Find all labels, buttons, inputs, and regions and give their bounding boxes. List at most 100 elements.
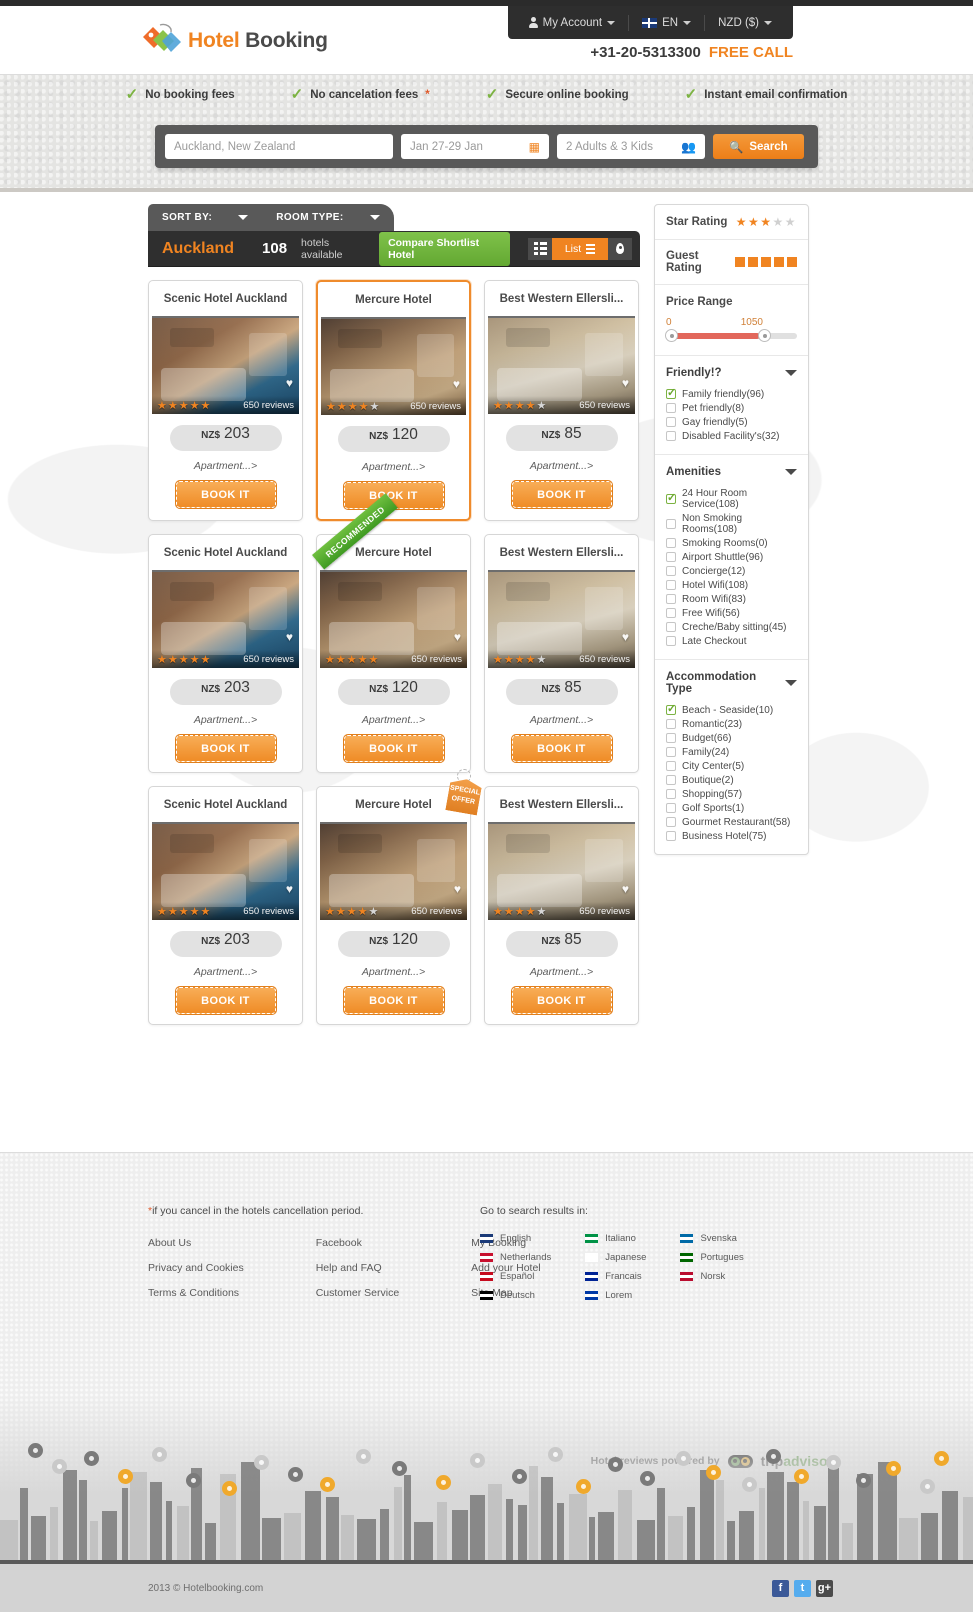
hotel-photo[interactable]: ♥ ★★★★★ 650 reviews [488, 822, 635, 920]
guest-rating-filter[interactable]: Guest Rating [655, 240, 808, 285]
footer-link[interactable]: Help and FAQ [316, 1262, 399, 1274]
language-option[interactable]: Portugues [680, 1252, 744, 1263]
hotel-photo[interactable]: ♥ ★★★★★ 650 reviews [321, 317, 466, 415]
book-it-button[interactable]: BOOK IT [510, 480, 613, 509]
checkbox[interactable] [666, 552, 676, 562]
filter-option[interactable]: Gourmet Restaurant(58) [666, 815, 797, 829]
hotel-review-count[interactable]: 650 reviews [579, 400, 630, 411]
chevron-down-icon[interactable] [785, 680, 797, 686]
favorite-heart-icon[interactable]: ♥ [622, 882, 629, 896]
filter-option[interactable]: Beach - Seaside(10) [666, 702, 797, 717]
filter-option[interactable]: Free Wifi(56) [666, 606, 797, 620]
hotel-review-count[interactable]: 650 reviews [243, 654, 294, 665]
language-option[interactable]: Español [480, 1271, 551, 1282]
favorite-heart-icon[interactable]: ♥ [286, 376, 293, 390]
checkbox[interactable] [666, 831, 676, 841]
hotel-card[interactable]: Mercure Hotel ♥ ★★★★★ 650 reviews NZ$ 120 Apar… [316, 280, 471, 521]
book-it-button[interactable]: BOOK IT [174, 480, 277, 509]
google-plus-icon[interactable]: g+ [816, 1579, 833, 1597]
hotel-review-count[interactable]: 650 reviews [411, 654, 462, 665]
filter-section-header[interactable]: Amenities [655, 455, 808, 486]
hotel-card[interactable]: RECOMMENDED Mercure Hotel ♥ ★★★★★ 650 review… [312, 493, 471, 773]
footer-link[interactable]: Customer Service [316, 1287, 399, 1299]
room-type-link[interactable]: Apartment...> [317, 966, 470, 978]
hotel-card[interactable]: Scenic Hotel Auckland ♥ ★★★★★ 650 reviews NZ… [148, 786, 303, 1025]
star-rating-filter[interactable]: Star Rating ★★★★★ [655, 205, 808, 240]
language-option[interactable]: Netherlands [480, 1252, 551, 1263]
filter-option[interactable]: Business Hotel(75) [666, 829, 797, 843]
filter-option[interactable]: Romantic(23) [666, 717, 797, 731]
checkbox[interactable] [666, 386, 676, 399]
filter-option[interactable]: Room Wifi(83) [666, 592, 797, 606]
filter-option[interactable]: Concierge(12) [666, 564, 797, 578]
price-slider-min-handle[interactable] [665, 329, 678, 342]
guest-rating-block[interactable] [787, 257, 797, 267]
language-option[interactable]: Lorem [585, 1290, 646, 1301]
language-option[interactable]: Francais [585, 1271, 646, 1282]
favorite-heart-icon[interactable]: ♥ [454, 630, 461, 644]
favorite-heart-icon[interactable]: ♥ [454, 882, 461, 896]
checkbox[interactable] [666, 580, 676, 590]
hotel-card[interactable]: Best Western Ellersli... ♥ ★★★★★ 650 review… [484, 786, 639, 1025]
filter-option[interactable]: Airport Shuttle(96) [666, 550, 797, 564]
checkbox[interactable] [666, 417, 676, 427]
checkbox[interactable] [666, 636, 676, 646]
hotel-review-count[interactable]: 650 reviews [579, 654, 630, 665]
phone-number[interactable]: +31-20-5313300 [590, 44, 701, 61]
filter-option[interactable]: Family friendly(96) [666, 386, 797, 401]
filter-option[interactable]: Non Smoking Rooms(108) [666, 511, 797, 536]
room-type-link[interactable]: Apartment...> [149, 460, 302, 472]
hotel-photo[interactable]: ♥ ★★★★★ 650 reviews [152, 316, 299, 414]
hotel-photo[interactable]: ♥ ★★★★★ 650 reviews [488, 316, 635, 414]
star-rating-stars[interactable]: ★★★★★ [736, 215, 797, 229]
filter-option[interactable]: Gay friendly(5) [666, 415, 797, 429]
filter-option[interactable]: Shopping(57) [666, 787, 797, 801]
footer-link[interactable]: Privacy and Cookies [148, 1262, 244, 1274]
checkbox[interactable] [666, 566, 676, 576]
my-account-menu[interactable]: My Account [522, 17, 622, 29]
guest-rating-block[interactable] [774, 257, 784, 267]
checkbox[interactable] [666, 733, 676, 743]
filter-section-header[interactable]: Accommodation Type [655, 660, 808, 703]
favorite-heart-icon[interactable]: ♥ [286, 882, 293, 896]
checkbox[interactable] [666, 431, 676, 441]
checkbox[interactable] [666, 702, 676, 715]
facebook-icon[interactable]: f [772, 1579, 789, 1597]
checkbox[interactable] [666, 518, 676, 529]
filter-option[interactable]: Smoking Rooms(0) [666, 536, 797, 550]
book-it-button[interactable]: BOOK IT [342, 734, 445, 763]
checkbox[interactable] [666, 538, 676, 548]
filter-option[interactable]: City Center(5) [666, 759, 797, 773]
filter-option[interactable]: Hotel Wifi(108) [666, 578, 797, 592]
checkbox[interactable] [666, 803, 676, 813]
book-it-button[interactable]: BOOK IT [510, 734, 613, 763]
book-it-button[interactable]: BOOK IT [510, 986, 613, 1015]
room-type-link[interactable]: Apartment...> [149, 714, 302, 726]
guests-input[interactable]: 2 Adults & 3 Kids 👥 [557, 134, 705, 159]
checkbox[interactable] [666, 789, 676, 799]
hotel-photo[interactable]: ♥ ★★★★★ 650 reviews [152, 570, 299, 668]
currency-menu[interactable]: NZD ($) [711, 17, 779, 29]
room-type-link[interactable]: Apartment...> [317, 714, 470, 726]
map-view-button[interactable] [608, 237, 632, 260]
hotel-photo[interactable]: ♥ ★★★★★ 650 reviews [152, 822, 299, 920]
filter-option[interactable]: 24 Hour Room Service(108) [666, 486, 797, 511]
compare-shortlist-button[interactable]: Compare Shortlist Hotel [379, 231, 510, 266]
list-view-button[interactable]: List [552, 237, 608, 260]
guest-rating-blocks[interactable] [735, 257, 797, 267]
dates-input[interactable]: Jan 27-29 Jan ▦ [401, 134, 549, 159]
chevron-down-icon[interactable] [785, 469, 797, 475]
language-option[interactable]: English [480, 1233, 551, 1244]
room-type-link[interactable]: Apartment...> [149, 966, 302, 978]
checkbox[interactable] [666, 747, 676, 757]
favorite-heart-icon[interactable]: ♥ [622, 376, 629, 390]
hotel-card[interactable]: Scenic Hotel Auckland ♥ ★★★★★ 650 reviews NZ… [148, 280, 303, 521]
room-type-dropdown[interactable]: ROOM TYPE: [262, 204, 394, 231]
room-type-link[interactable]: Apartment...> [485, 460, 638, 472]
guest-rating-block[interactable] [761, 257, 771, 267]
book-it-button[interactable]: BOOK IT [342, 986, 445, 1015]
checkbox[interactable] [666, 403, 676, 413]
room-type-link[interactable]: Apartment...> [485, 714, 638, 726]
hotel-review-count[interactable]: 650 reviews [411, 906, 462, 917]
filter-option[interactable]: Family(24) [666, 745, 797, 759]
